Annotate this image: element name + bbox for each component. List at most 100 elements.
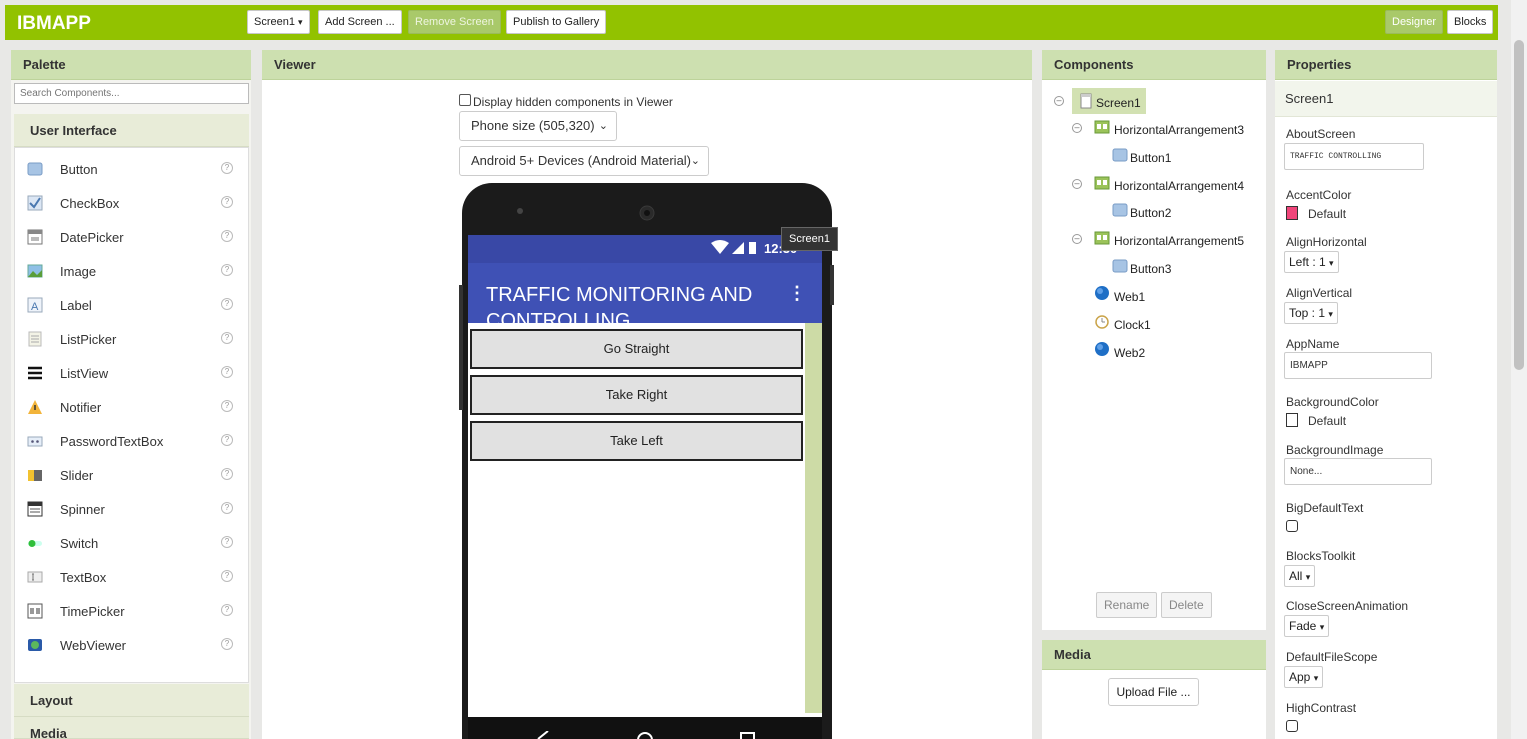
palette-item-label: ListPicker [60,332,117,347]
help-icon[interactable]: ? [221,332,233,344]
help-icon[interactable]: ? [221,468,233,480]
big-default-text-checkbox[interactable] [1286,520,1298,532]
collapse-icon[interactable]: – [1072,179,1082,189]
help-icon[interactable]: ? [221,502,233,514]
close-screen-animation-dropdown[interactable]: Fade ▾ [1284,615,1330,637]
palette-item-spinner[interactable]: Spinner ? [15,492,248,526]
tree-label: Screen1 [1096,96,1141,110]
components-panel: Components – Screen1 – HorizontalArrange… [1042,50,1266,630]
palette-item-switch[interactable]: Switch ? [15,526,248,560]
help-icon[interactable]: ? [221,400,233,412]
scrollbar-thumb[interactable] [1514,40,1524,370]
palette-item-listpicker[interactable]: ListPicker ? [15,322,248,356]
rename-button[interactable]: Rename [1096,592,1158,618]
collapse-icon[interactable]: – [1054,96,1064,106]
globe-icon [28,639,42,651]
blocks-button[interactable]: Blocks [1447,10,1494,34]
listview-icon [28,366,42,380]
blocks-toolkit-dropdown[interactable]: All ▾ [1284,565,1316,587]
about-screen-input[interactable]: TRAFFIC CONTROLLING [1284,143,1424,170]
tree-item-horizontalarrangement4[interactable]: – HorizontalArrangement4 [1072,173,1262,197]
help-icon[interactable]: ? [221,196,233,208]
align-horizontal-label: AlignHorizontal [1286,235,1367,249]
tree-item-button2[interactable]: Button2 [1112,200,1232,224]
theme-select[interactable]: Android 5+ Devices (Android Material) ⌄ [459,146,709,176]
tree-item-web2[interactable]: Web2 [1094,340,1214,364]
help-icon[interactable]: ? [221,298,233,310]
palette-item-listview[interactable]: ListView ? [15,356,248,390]
accent-color-value[interactable]: Default [1308,207,1346,221]
background-color-value[interactable]: Default [1308,414,1346,428]
tree-item-button1[interactable]: Button1 [1112,145,1232,169]
help-icon[interactable]: ? [221,536,233,548]
label-icon: A [27,297,43,313]
clock-icon [1095,315,1109,329]
default-file-scope-dropdown[interactable]: App ▾ [1284,666,1324,688]
palette-item-textbox[interactable]: TextBox ? [15,560,248,594]
remove-screen-button[interactable]: Remove Screen [408,10,501,34]
collapse-icon[interactable]: – [1072,123,1082,133]
accent-color-swatch[interactable] [1286,206,1298,220]
tree-item-button3[interactable]: Button3 [1112,256,1232,280]
collapse-icon[interactable]: – [1072,234,1082,244]
designer-button[interactable]: Designer [1385,10,1444,34]
default-file-scope-value: App [1289,670,1311,684]
help-icon[interactable]: ? [221,604,233,616]
palette-item-notifier[interactable]: Notifier ? [15,390,248,424]
page-scrollbar[interactable] [1511,0,1527,739]
high-contrast-checkbox[interactable] [1286,720,1298,732]
default-file-scope-label: DefaultFileScope [1286,650,1378,664]
help-icon[interactable]: ? [221,162,233,174]
background-color-swatch[interactable] [1286,413,1298,427]
take-right-button[interactable]: Take Right [470,375,803,415]
help-icon[interactable]: ? [221,638,233,650]
slider-icon [28,470,42,481]
help-icon[interactable]: ? [221,434,233,446]
palette-item-button[interactable]: Button ? [15,152,248,186]
publish-gallery-button[interactable]: Publish to Gallery [506,10,607,34]
overflow-menu-icon[interactable]: ⋮ [788,283,806,304]
palette-item-slider[interactable]: Slider ? [15,458,248,492]
category-user-interface[interactable]: User Interface [14,114,249,147]
tree-item-clock1[interactable]: Clock1 [1094,312,1214,336]
phone-size-select[interactable]: Phone size (505,320) ⌄ [459,111,617,141]
screen-select-label: Screen1 [254,16,295,28]
tree-item-screen1[interactable]: – Screen1 [1054,88,1254,114]
take-left-button[interactable]: Take Left [470,421,803,461]
category-media[interactable]: Media [14,717,249,739]
help-icon[interactable]: ? [221,570,233,582]
search-components-input[interactable] [14,83,249,104]
palette-item-timepicker[interactable]: TimePicker ? [15,594,248,628]
tree-item-horizontalarrangement3[interactable]: – HorizontalArrangement3 [1072,117,1262,141]
upload-file-button[interactable]: Upload File ... [1108,678,1199,706]
palette-item-label: CheckBox [60,196,120,211]
help-icon[interactable]: ? [221,230,233,242]
palette-item-label-component[interactable]: A Label ? [15,288,248,322]
delete-button[interactable]: Delete [1161,592,1212,618]
app-title: IBMAPP [17,13,91,34]
display-hidden-label: Display hidden components in Viewer [473,95,673,109]
app-name-input[interactable]: IBMAPP [1284,352,1432,379]
recents-icon [740,732,755,739]
palette-item-datepicker[interactable]: DatePicker ? [15,220,248,254]
help-icon[interactable]: ? [221,366,233,378]
palette-item-checkbox[interactable]: CheckBox ? [15,186,248,220]
phone-size-value: Phone size (505,320) [471,118,595,133]
big-default-text-label: BigDefaultText [1286,501,1364,515]
background-image-input[interactable]: None... [1284,458,1432,485]
category-layout[interactable]: Layout [14,684,249,717]
chevron-down-icon: ▾ [1319,622,1325,632]
palette-item-passwordtextbox[interactable]: PasswordTextBox ? [15,424,248,458]
screen-select-button[interactable]: Screen1 ▾ [247,10,310,34]
help-icon[interactable]: ? [221,264,233,276]
palette-item-webviewer[interactable]: WebViewer ? [15,628,248,662]
palette-item-label: TimePicker [60,604,125,619]
go-straight-button[interactable]: Go Straight [470,329,803,369]
add-screen-button[interactable]: Add Screen ... [318,10,402,34]
palette-item-image[interactable]: Image ? [15,254,248,288]
align-vertical-dropdown[interactable]: Top : 1 ▾ [1284,302,1338,324]
tree-item-horizontalarrangement5[interactable]: – HorizontalArrangement5 [1072,228,1262,252]
align-horizontal-dropdown[interactable]: Left : 1 ▾ [1284,251,1339,273]
display-hidden-checkbox[interactable] [459,94,471,106]
tree-item-web1[interactable]: Web1 [1094,284,1214,308]
